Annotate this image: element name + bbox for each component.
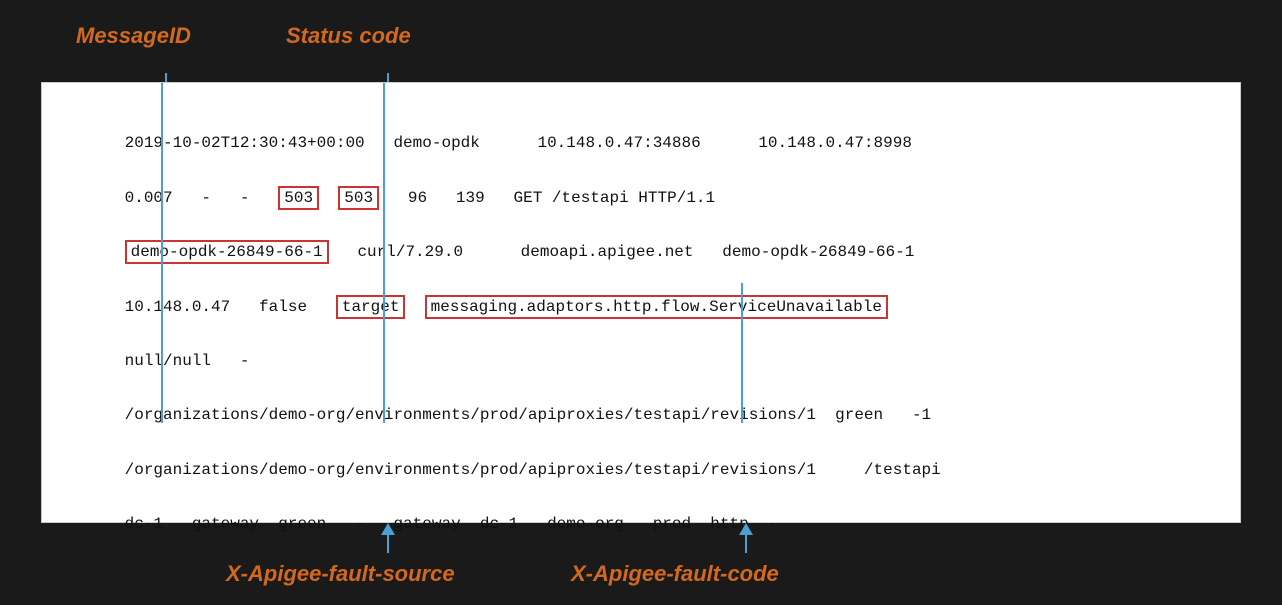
diagram-container: MessageID Status code 2019-10-02T12:3 [21,18,1261,588]
log-line6: /organizations/demo-org/environments/pro… [125,406,932,424]
fault-code-arrow-up [739,523,753,553]
log-content-box: 2019-10-02T12:30:43+00:00 demo-opdk 10.1… [41,82,1241,523]
top-labels-area: MessageID Status code [41,18,1241,83]
status-503-1: 503 [278,186,319,210]
fault-source-value: messaging.adaptors.http.flow.ServiceUnav… [425,295,888,319]
statuscode-label: Status code [286,23,411,49]
log-line7: /organizations/demo-org/environments/pro… [125,461,941,479]
messageid-label: MessageID [76,23,191,49]
log-line5: null/null - [125,352,250,370]
bottom-labels-area: X-Apigee-fault-source X-Apigee-fault-cod… [41,523,1241,588]
log-text-area: 2019-10-02T12:30:43+00:00 demo-opdk 10.1… [67,103,1215,565]
status-503-2: 503 [338,186,379,210]
log-line1: 2019-10-02T12:30:43+00:00 demo-opdk 10.1… [125,134,912,152]
target-value: target [336,295,406,319]
messageid-value: demo-opdk-26849-66-1 [125,240,329,264]
log-line4-pre: 10.148.0.47 false [125,298,336,316]
log-line3-post: curl/7.29.0 demoapi.apigee.net demo-opdk… [329,243,915,261]
fault-source-label: X-Apigee-fault-source [226,561,455,587]
log-line2-post: 96 139 GET /testapi HTTP/1.1 [379,189,715,207]
fault-code-label: X-Apigee-fault-code [571,561,779,587]
fault-source-arrow-up [381,523,395,553]
log-line2-pre: 0.007 - - [125,189,279,207]
